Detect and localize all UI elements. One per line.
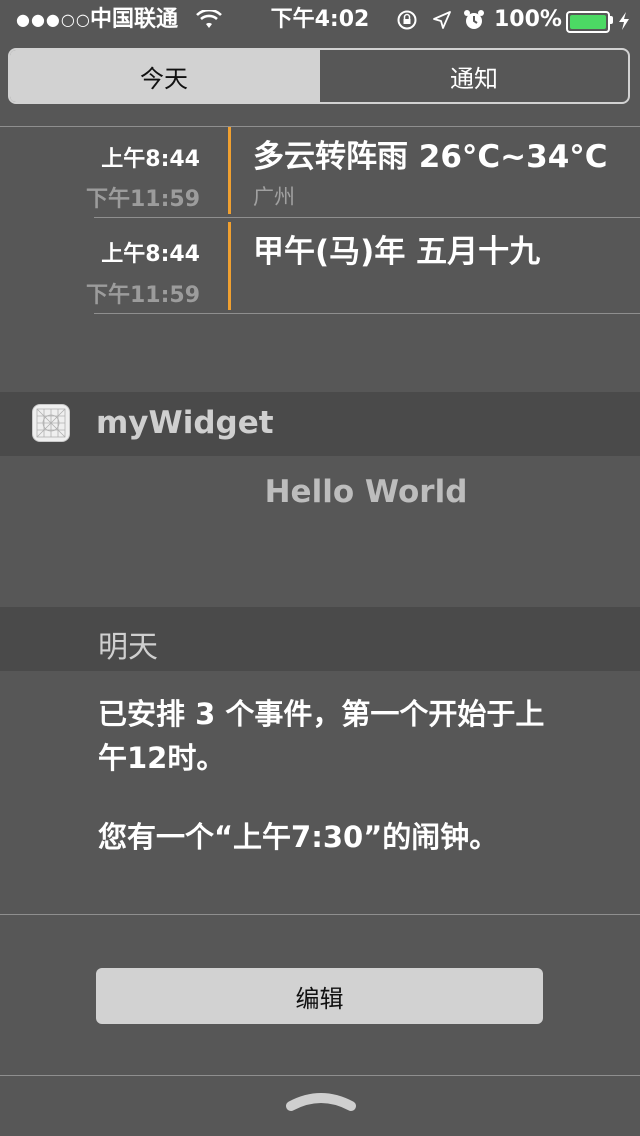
view-tabs: 今天 通知 bbox=[8, 48, 630, 104]
event-title: 甲午(马)年 五月十九 bbox=[253, 234, 541, 270]
tab-notifications[interactable]: 通知 bbox=[318, 50, 628, 102]
battery-fill bbox=[570, 15, 606, 29]
tomorrow-title: 明天 bbox=[98, 630, 158, 665]
event-start-time: 上午8:44 bbox=[101, 147, 200, 172]
divider bbox=[0, 1075, 640, 1076]
event-end-time: 下午11:59 bbox=[85, 283, 200, 308]
rotation-lock-icon bbox=[397, 10, 417, 30]
location-arrow-icon bbox=[433, 11, 451, 29]
event-accent-bar bbox=[228, 127, 231, 214]
event-title: 多云转阵雨 26°C~34°C bbox=[253, 139, 608, 175]
tomorrow-summary-line1: 已安排 3 个事件，第一个开始于上 bbox=[98, 697, 545, 731]
event-accent-bar bbox=[228, 222, 231, 310]
tomorrow-summary-line2: 午12时。 bbox=[98, 741, 226, 775]
tab-today[interactable]: 今天 bbox=[10, 50, 318, 102]
widget-content: Hello World bbox=[264, 474, 468, 510]
event-start-time: 上午8:44 bbox=[101, 242, 200, 267]
calendar-event[interactable]: 上午8:44 下午11:59 甲午(马)年 五月十九 bbox=[0, 218, 640, 313]
edit-button[interactable]: 编辑 bbox=[96, 968, 543, 1024]
status-bar: ●●●○○ 中国联通 下午4:02 100% bbox=[0, 0, 640, 40]
charging-bolt-icon bbox=[619, 12, 629, 30]
battery-percentage: 100% bbox=[494, 7, 562, 32]
tomorrow-header bbox=[0, 607, 640, 671]
battery-tip bbox=[610, 16, 613, 24]
pull-handle-icon[interactable] bbox=[285, 1088, 357, 1114]
divider bbox=[0, 914, 640, 915]
widget-title: myWidget bbox=[96, 405, 274, 441]
divider bbox=[94, 313, 640, 314]
event-end-time: 下午11:59 bbox=[85, 187, 200, 212]
app-icon bbox=[32, 404, 70, 442]
event-location: 广州 bbox=[253, 185, 295, 209]
calendar-event[interactable]: 上午8:44 下午11:59 多云转阵雨 26°C~34°C 广州 bbox=[0, 127, 640, 217]
alarm-summary: 您有一个“上午7:30”的闹钟。 bbox=[98, 820, 499, 854]
alarm-clock-icon bbox=[464, 10, 484, 29]
